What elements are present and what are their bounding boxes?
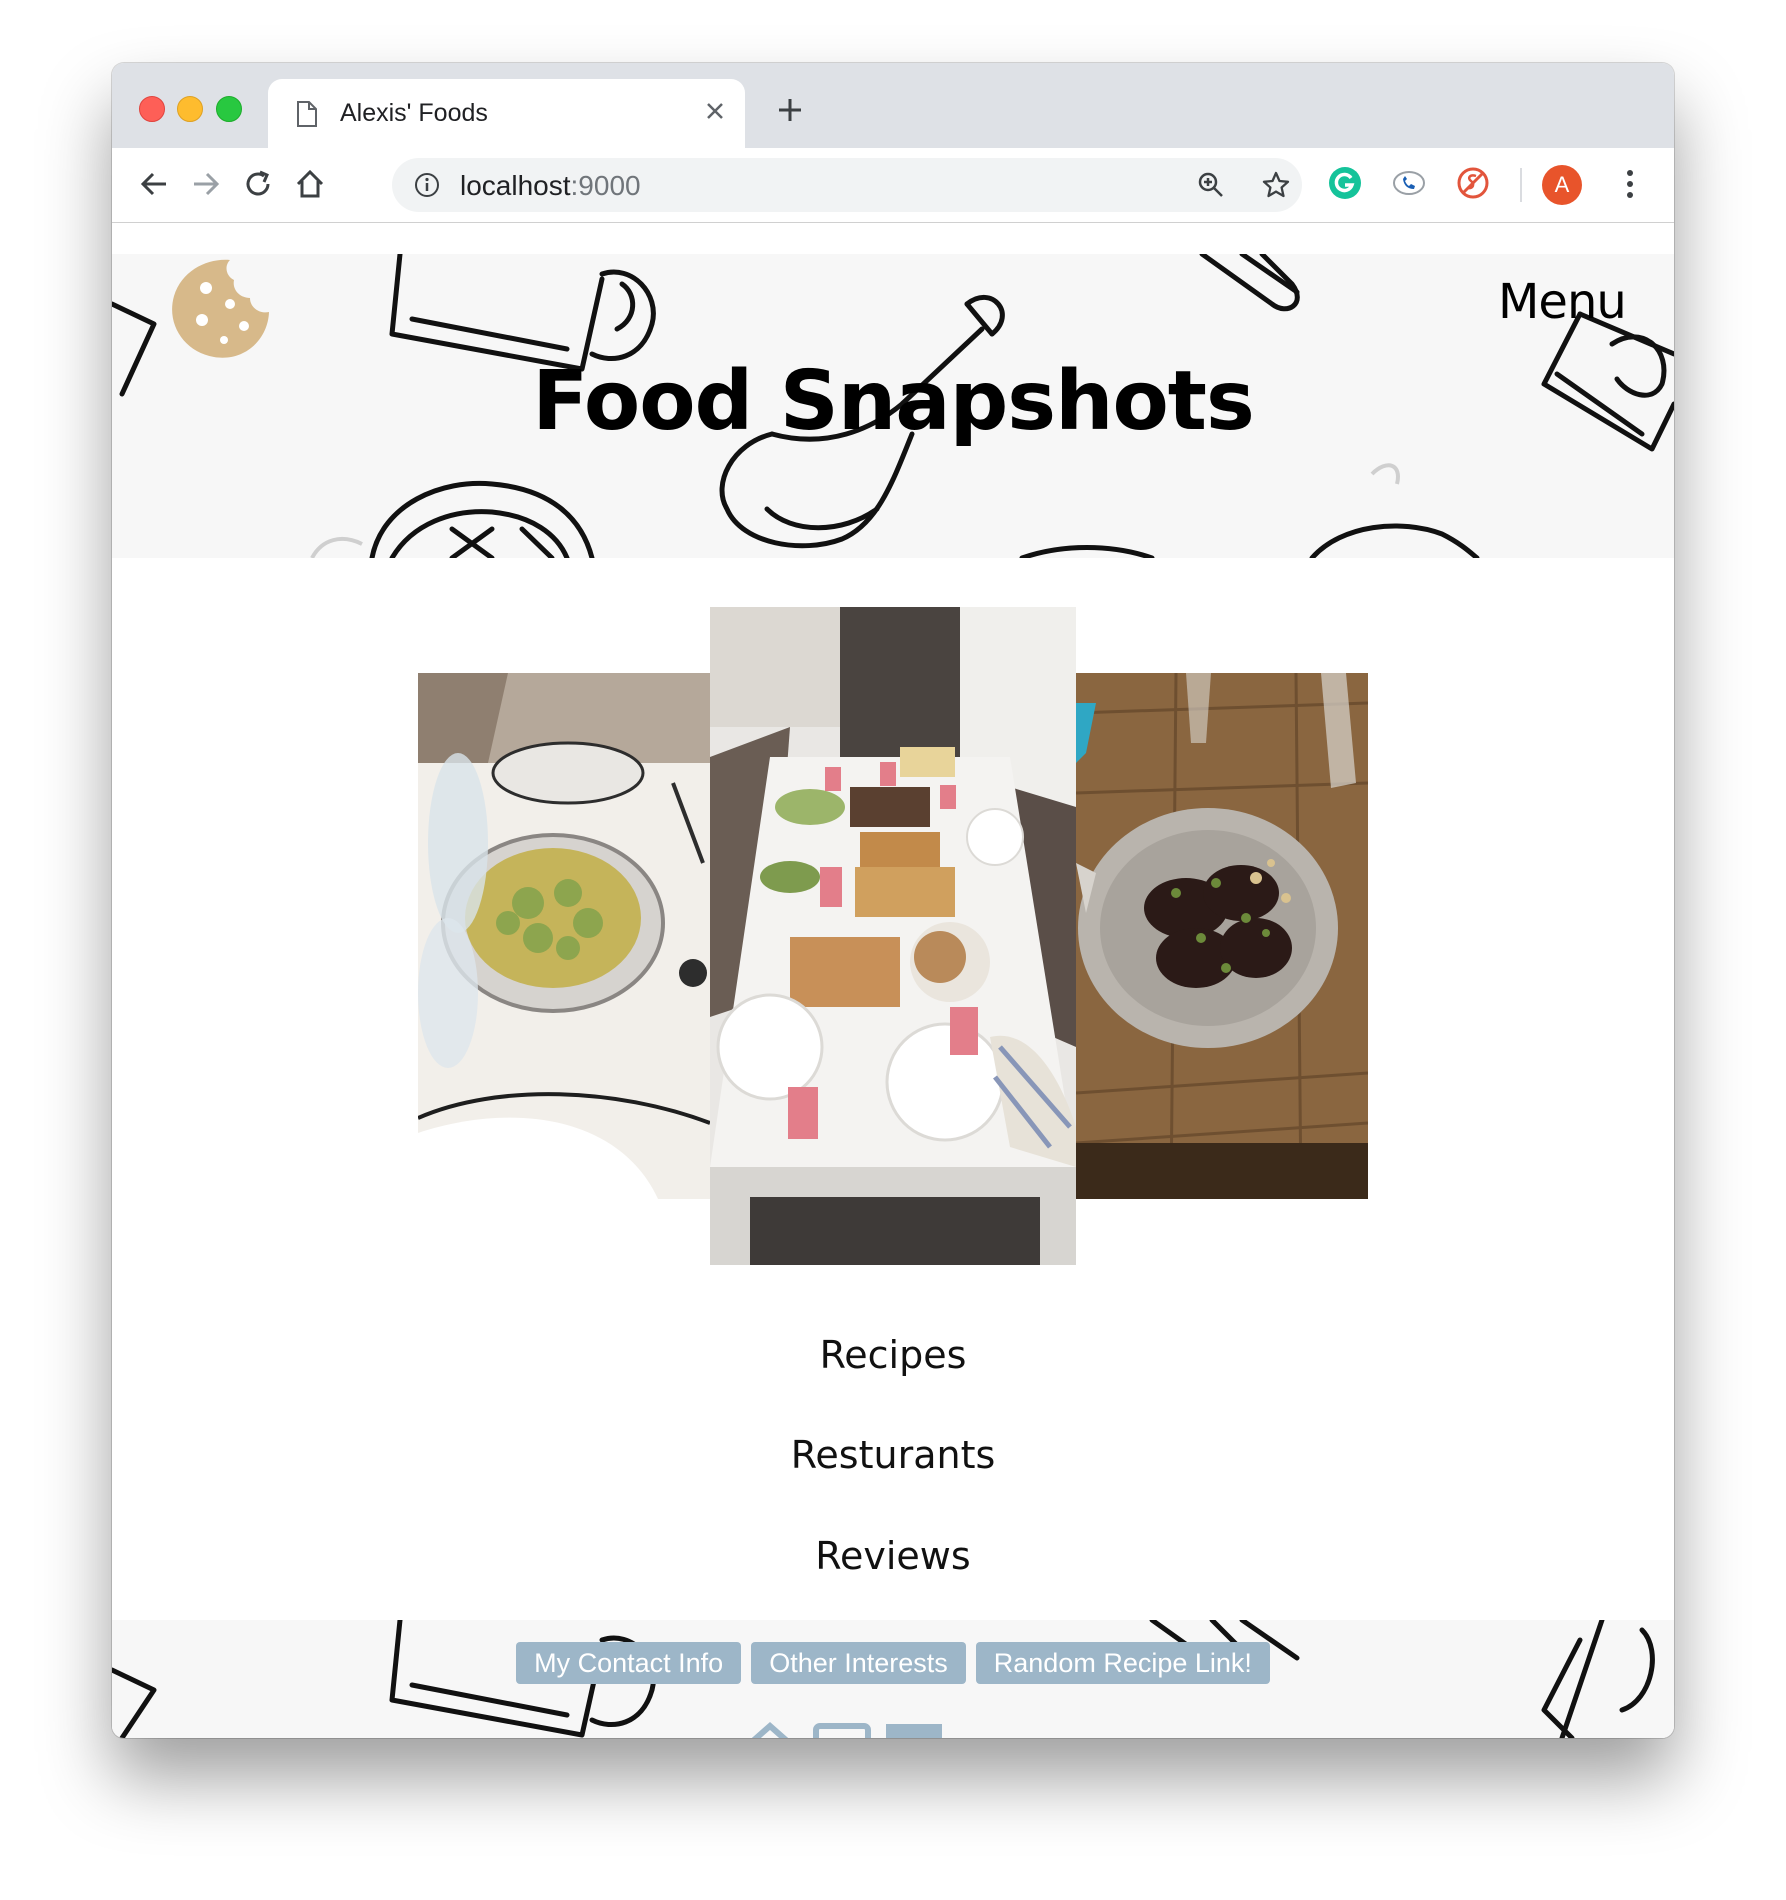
other-interests-button[interactable]: Other Interests bbox=[751, 1642, 966, 1684]
page-icon bbox=[297, 101, 317, 127]
tab-strip: Alexis' Foods bbox=[112, 63, 1674, 148]
block-extension-icon[interactable] bbox=[1456, 166, 1490, 200]
profile-avatar[interactable]: A bbox=[1542, 165, 1582, 205]
zoom-icon[interactable] bbox=[1197, 171, 1225, 199]
pasta-dish-photo[interactable] bbox=[418, 673, 710, 1199]
dinner-table-image bbox=[710, 607, 1076, 1265]
home-social-icon[interactable] bbox=[740, 1718, 800, 1738]
close-tab-icon[interactable] bbox=[705, 101, 725, 121]
tab-title: Alexis' Foods bbox=[340, 99, 488, 127]
toolbar-divider bbox=[1520, 168, 1522, 202]
page-viewport: Menu Food Snapshots Recipes Resturants R… bbox=[112, 223, 1674, 1738]
bookmark-star-icon[interactable] bbox=[1261, 170, 1291, 200]
nav-link-recipes[interactable]: Recipes bbox=[112, 1333, 1674, 1377]
new-tab-icon[interactable] bbox=[777, 97, 803, 123]
photo-gallery bbox=[418, 607, 1368, 1267]
linkedin-social-icon[interactable] bbox=[884, 1718, 944, 1738]
dinner-table-photo[interactable] bbox=[710, 607, 1076, 1265]
footer: My Contact Info Other Interests Random Rec… bbox=[112, 1620, 1674, 1738]
close-window-button[interactable] bbox=[139, 96, 165, 122]
browser-tab[interactable]: Alexis' Foods bbox=[268, 79, 745, 148]
url-text: localhost:9000 bbox=[460, 170, 641, 202]
grammarly-extension-icon[interactable] bbox=[1328, 166, 1362, 200]
home-icon[interactable] bbox=[294, 168, 326, 200]
url-port: :9000 bbox=[570, 170, 641, 201]
footer-links: My Contact Info Other Interests Random Rec… bbox=[112, 1642, 1674, 1684]
minimize-window-button[interactable] bbox=[177, 96, 203, 122]
random-recipe-button[interactable]: Random Recipe Link! bbox=[975, 1642, 1270, 1684]
browser-window: Alexis' Foods localhost:9000 A Menu Food… bbox=[112, 63, 1674, 1738]
maximize-window-button[interactable] bbox=[216, 96, 242, 122]
eggplant-dish-image bbox=[1076, 673, 1368, 1199]
mail-social-icon[interactable] bbox=[812, 1718, 872, 1738]
browser-menu-icon[interactable] bbox=[1625, 168, 1635, 200]
menu-link[interactable]: Menu bbox=[1498, 274, 1627, 330]
browser-toolbar: localhost:9000 A bbox=[112, 148, 1674, 223]
back-icon[interactable] bbox=[138, 168, 170, 200]
nav-link-reviews[interactable]: Reviews bbox=[112, 1534, 1674, 1578]
contact-info-button[interactable]: My Contact Info bbox=[516, 1642, 742, 1684]
cookie-logo-icon[interactable] bbox=[168, 256, 272, 360]
forward-icon[interactable] bbox=[190, 168, 222, 200]
address-bar[interactable]: localhost:9000 bbox=[392, 158, 1302, 212]
nav-link-resturants[interactable]: Resturants bbox=[112, 1433, 1674, 1477]
call-extension-icon[interactable] bbox=[1392, 166, 1426, 200]
site-info-icon[interactable] bbox=[414, 172, 440, 198]
header-banner: Menu Food Snapshots bbox=[112, 254, 1674, 558]
page-title: Food Snapshots bbox=[532, 354, 1255, 449]
reload-icon[interactable] bbox=[242, 168, 274, 200]
pasta-dish-image bbox=[418, 673, 710, 1199]
eggplant-dish-photo[interactable] bbox=[1076, 673, 1368, 1199]
url-host: localhost bbox=[460, 170, 571, 201]
